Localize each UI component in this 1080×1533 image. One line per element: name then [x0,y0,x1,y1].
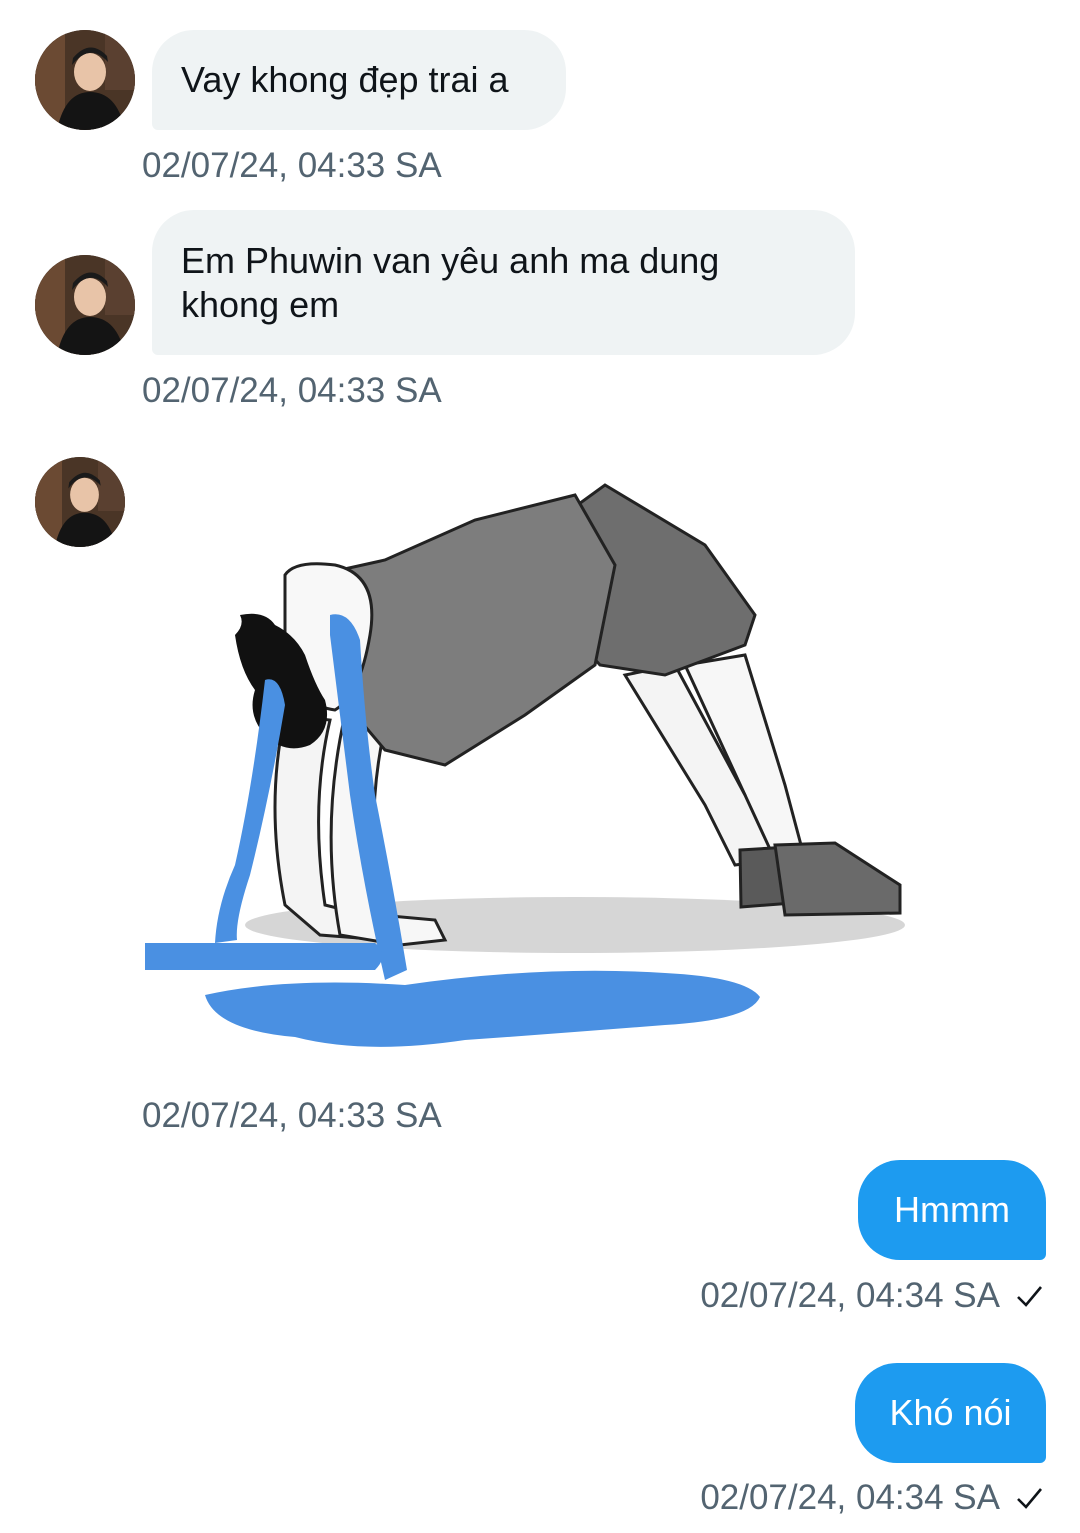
message-bubble-incoming[interactable]: Em Phuwin van yêu anh ma dung khong em [152,210,855,355]
avatar-photo [35,457,125,547]
message-bubble-outgoing[interactable]: Hmmm [858,1160,1046,1260]
message-timestamp: 02/07/24, 04:33 SA [142,371,442,410]
avatar-photo [35,30,135,130]
check-icon [1017,1488,1042,1509]
message-text: Khó nói [889,1392,1012,1433]
avatar-photo [35,255,135,355]
sender-avatar[interactable] [35,255,135,355]
message-text: Vay khong đẹp trai a [181,59,509,100]
message-timestamp: 02/07/24, 04:34 SA [700,1276,1000,1315]
sender-avatar[interactable] [35,457,125,547]
message-timestamp: 02/07/24, 04:33 SA [142,1096,442,1135]
message-timestamp: 02/07/24, 04:33 SA [142,146,442,185]
message-image[interactable] [145,465,905,1075]
message-text: Em Phuwin van yêu anh ma dung khong em [181,239,720,325]
message-bubble-outgoing[interactable]: Khó nói [855,1363,1046,1463]
message-bubble-incoming[interactable]: Vay khong đẹp trai a [152,30,566,130]
check-icon [1017,1286,1042,1307]
crying-backbend-illustration [145,483,905,1047]
message-timestamp-row: 02/07/24, 04:34 SA [700,1478,1044,1518]
message-timestamp: 02/07/24, 04:34 SA [700,1478,1000,1517]
message-text: Hmmm [894,1189,1010,1230]
message-timestamp-row: 02/07/24, 04:34 SA [700,1276,1044,1316]
sender-avatar[interactable] [35,30,135,130]
